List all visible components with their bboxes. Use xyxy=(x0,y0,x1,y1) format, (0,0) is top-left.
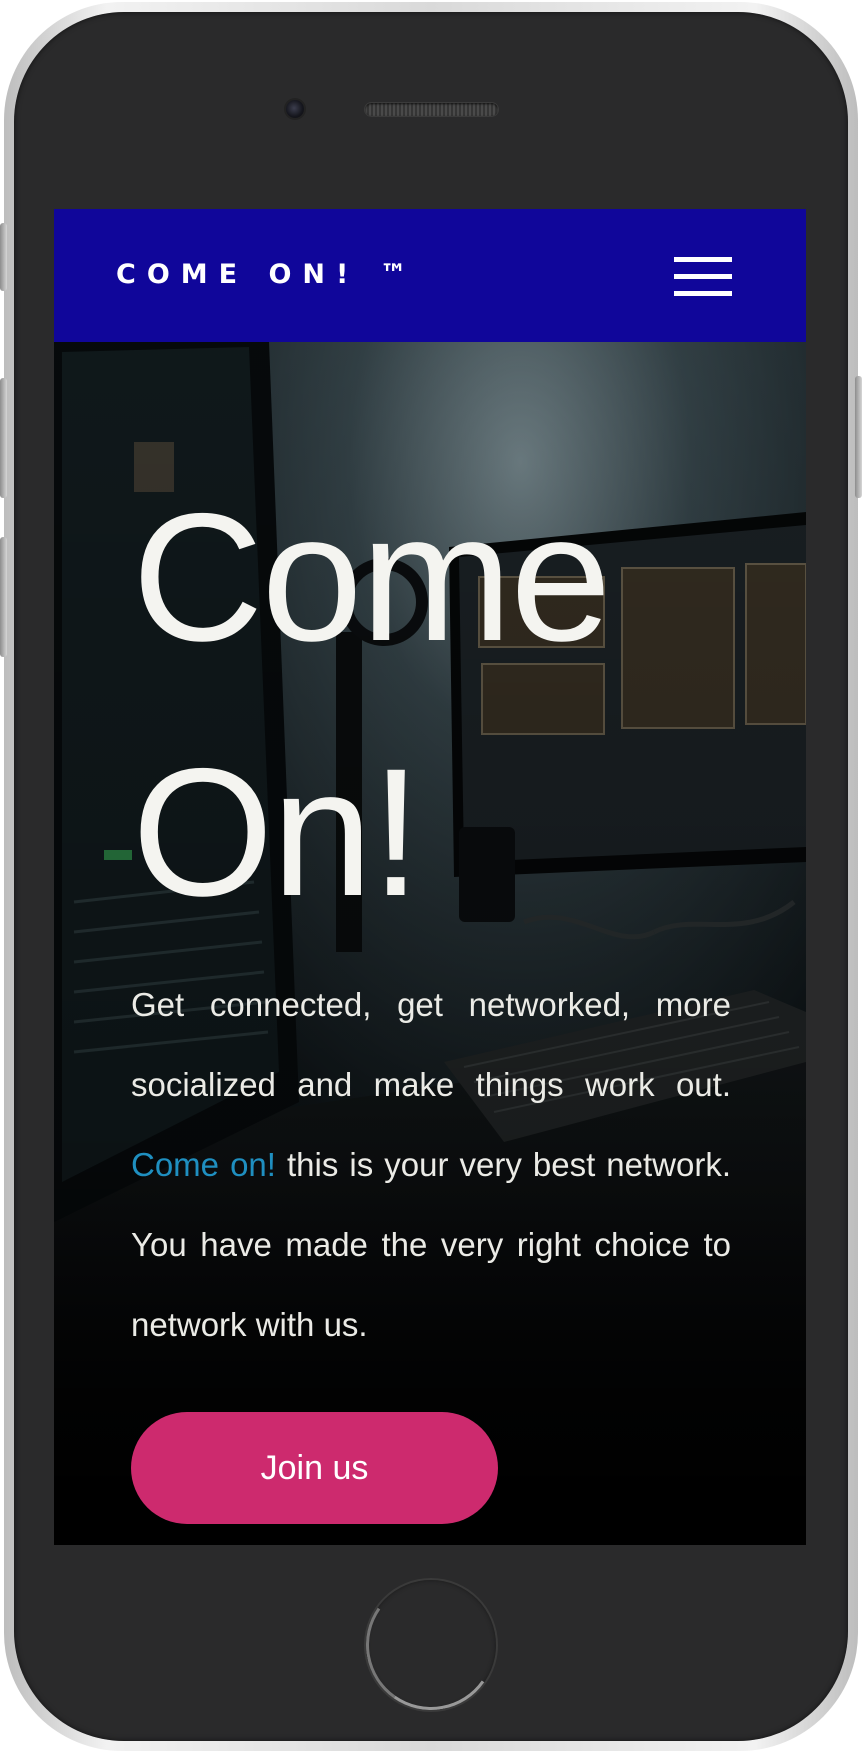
navbar: COME ON! ™ xyxy=(54,209,806,342)
hero-accent-text: Come on! xyxy=(131,1146,276,1183)
hero-text-part-1: Get connected, get networked, more socia… xyxy=(131,986,731,1103)
front-camera xyxy=(286,100,304,118)
hero-section: Come On! Get connected, get networked, m… xyxy=(54,342,806,1545)
phone-screen: COME ON! ™ Come On! Get connected, get n… xyxy=(54,209,806,1545)
power-button xyxy=(855,376,862,498)
hero-description: Get connected, get networked, more socia… xyxy=(131,965,731,1365)
home-button xyxy=(355,1569,507,1721)
menu-bar xyxy=(674,257,732,262)
brand-logo[interactable]: COME ON! ™ xyxy=(116,259,418,290)
hamburger-menu-icon[interactable] xyxy=(674,256,732,298)
hero-title-line-2: On! xyxy=(132,730,421,934)
volume-up-button xyxy=(0,378,7,498)
hero-title-line-1: Come xyxy=(132,475,611,679)
volume-down-button xyxy=(0,537,7,657)
hero-title: Come On! xyxy=(132,450,732,960)
earpiece-speaker xyxy=(365,103,498,116)
menu-bar xyxy=(674,274,732,279)
mute-switch xyxy=(0,223,7,291)
join-us-button[interactable]: Join us xyxy=(131,1412,498,1524)
menu-bar xyxy=(674,291,732,296)
